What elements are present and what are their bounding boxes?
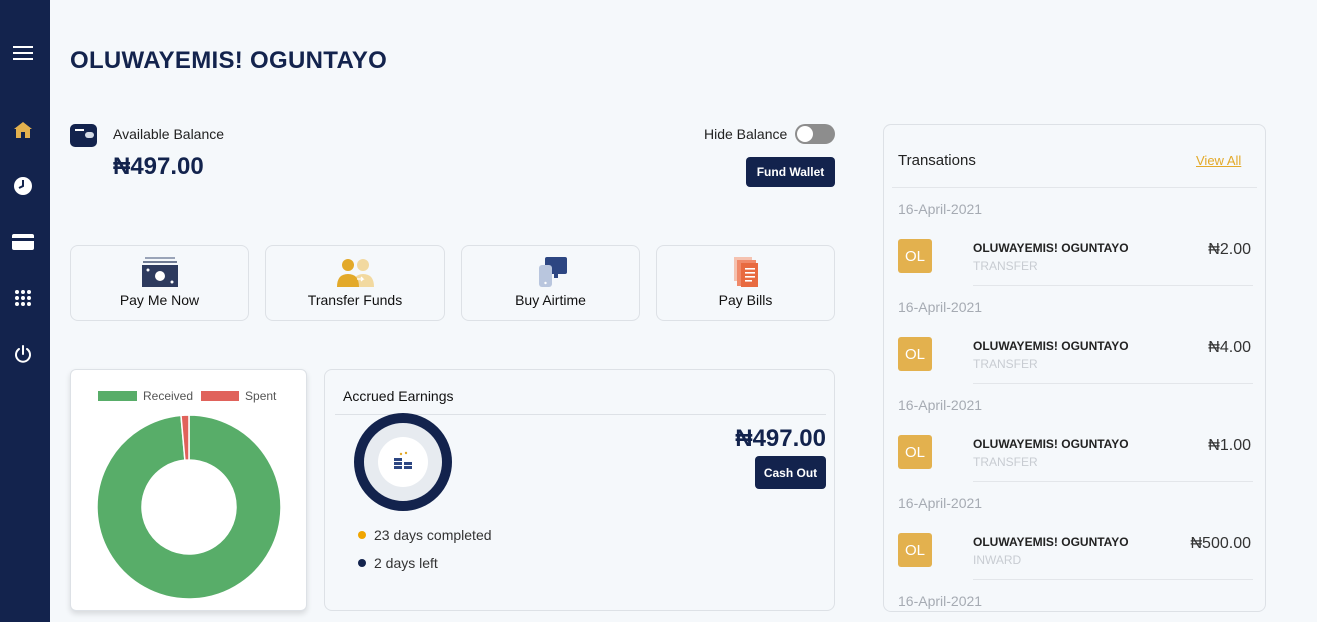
donut-chart-svg [96,414,282,600]
transaction-date: 16-April-2021 [898,495,983,511]
transaction-date: 16-April-2021 [898,397,983,413]
balance-label: Available Balance [113,126,225,142]
left-dot [358,559,366,567]
fund-wallet-button[interactable]: Fund Wallet [746,157,835,187]
earnings-amount: ₦497.00 [735,425,826,452]
transaction-name[interactable]: OLUWAYEMIS! OGUNTAYO [973,339,1129,353]
earnings-title: Accrued Earnings [343,388,454,404]
accrued-earnings-card: Accrued Earnings ₦497.00 Cash Out 23 day… [324,369,835,611]
hide-balance-toggle[interactable] [795,124,835,144]
avatar: OL [898,435,932,469]
transaction-separator [973,481,1253,482]
avatar: OL [898,337,932,371]
transaction-separator [973,383,1253,384]
transaction-separator [973,579,1253,580]
action-buy-airtime[interactable]: Buy Airtime [461,245,640,321]
action-pay-bills[interactable]: Pay Bills [656,245,835,321]
transactions-divider [892,187,1257,188]
menu-icon[interactable] [11,41,35,65]
power-icon[interactable] [11,342,35,366]
bills-document-icon [726,257,766,287]
clock-icon[interactable] [11,174,35,198]
days-left-row: 2 days left [358,555,438,571]
transaction-date: 16-April-2021 [898,299,983,315]
earnings-progress-ring [354,413,452,511]
days-completed-row: 23 days completed [358,527,492,543]
transaction-name[interactable]: OLUWAYEMIS! OGUNTAYO [973,535,1129,549]
apps-grid-icon[interactable] [11,286,35,310]
home-icon[interactable] [11,118,35,142]
balance-amount: ₦497.00 [113,153,204,180]
action-transfer-funds[interactable]: Transfer Funds [265,245,445,321]
completed-dot [358,531,366,539]
sidebar [0,0,50,622]
transaction-amount: ₦4.00 [1208,339,1251,356]
transaction-type: TRANSFER [973,455,1038,469]
avatar: OL [898,533,932,567]
action-label: Buy Airtime [515,292,586,308]
page-title: OLUWAYEMIS! OGUNTAYO [70,47,388,74]
transaction-name[interactable]: OLUWAYEMIS! OGUNTAYO [973,241,1129,255]
avatar: OL [898,239,932,273]
transaction-amount: ₦2.00 [1208,241,1251,258]
hide-balance-label: Hide Balance [704,126,788,142]
action-label: Pay Bills [718,292,773,308]
transaction-separator [973,285,1253,286]
days-left-text: 2 days left [374,555,438,571]
transactions-title: Transations [898,152,976,169]
action-pay-me-now[interactable]: Pay Me Now [70,245,249,321]
toggle-knob [797,126,813,142]
transaction-date: 16-April-2021 [898,593,983,609]
ring-center [378,437,428,487]
transaction-amount: ₦1.00 [1208,437,1251,454]
view-all-link[interactable]: View All [1196,153,1241,168]
transaction-type: INWARD [973,553,1022,567]
transaction-type: TRANSFER [973,357,1038,371]
cash-out-button[interactable]: Cash Out [755,456,826,489]
transaction-amount: ₦500.00 [1190,535,1252,552]
transfer-users-icon [335,257,375,287]
card-icon[interactable] [11,230,35,254]
wallet-icon [70,124,97,147]
transactions-panel: Transations View All 16-April-2021 OL OL… [883,124,1266,612]
transaction-name[interactable]: OLUWAYEMIS! OGUNTAYO [973,437,1129,451]
action-label: Pay Me Now [119,292,200,308]
days-completed-text: 23 days completed [374,527,492,543]
cash-icon [140,257,180,287]
transaction-type: TRANSFER [973,259,1038,273]
action-label: Transfer Funds [307,292,403,308]
phone-airtime-icon [531,257,571,287]
received-spent-chart: Received Spent [70,369,307,611]
transaction-date: 16-April-2021 [898,201,983,217]
